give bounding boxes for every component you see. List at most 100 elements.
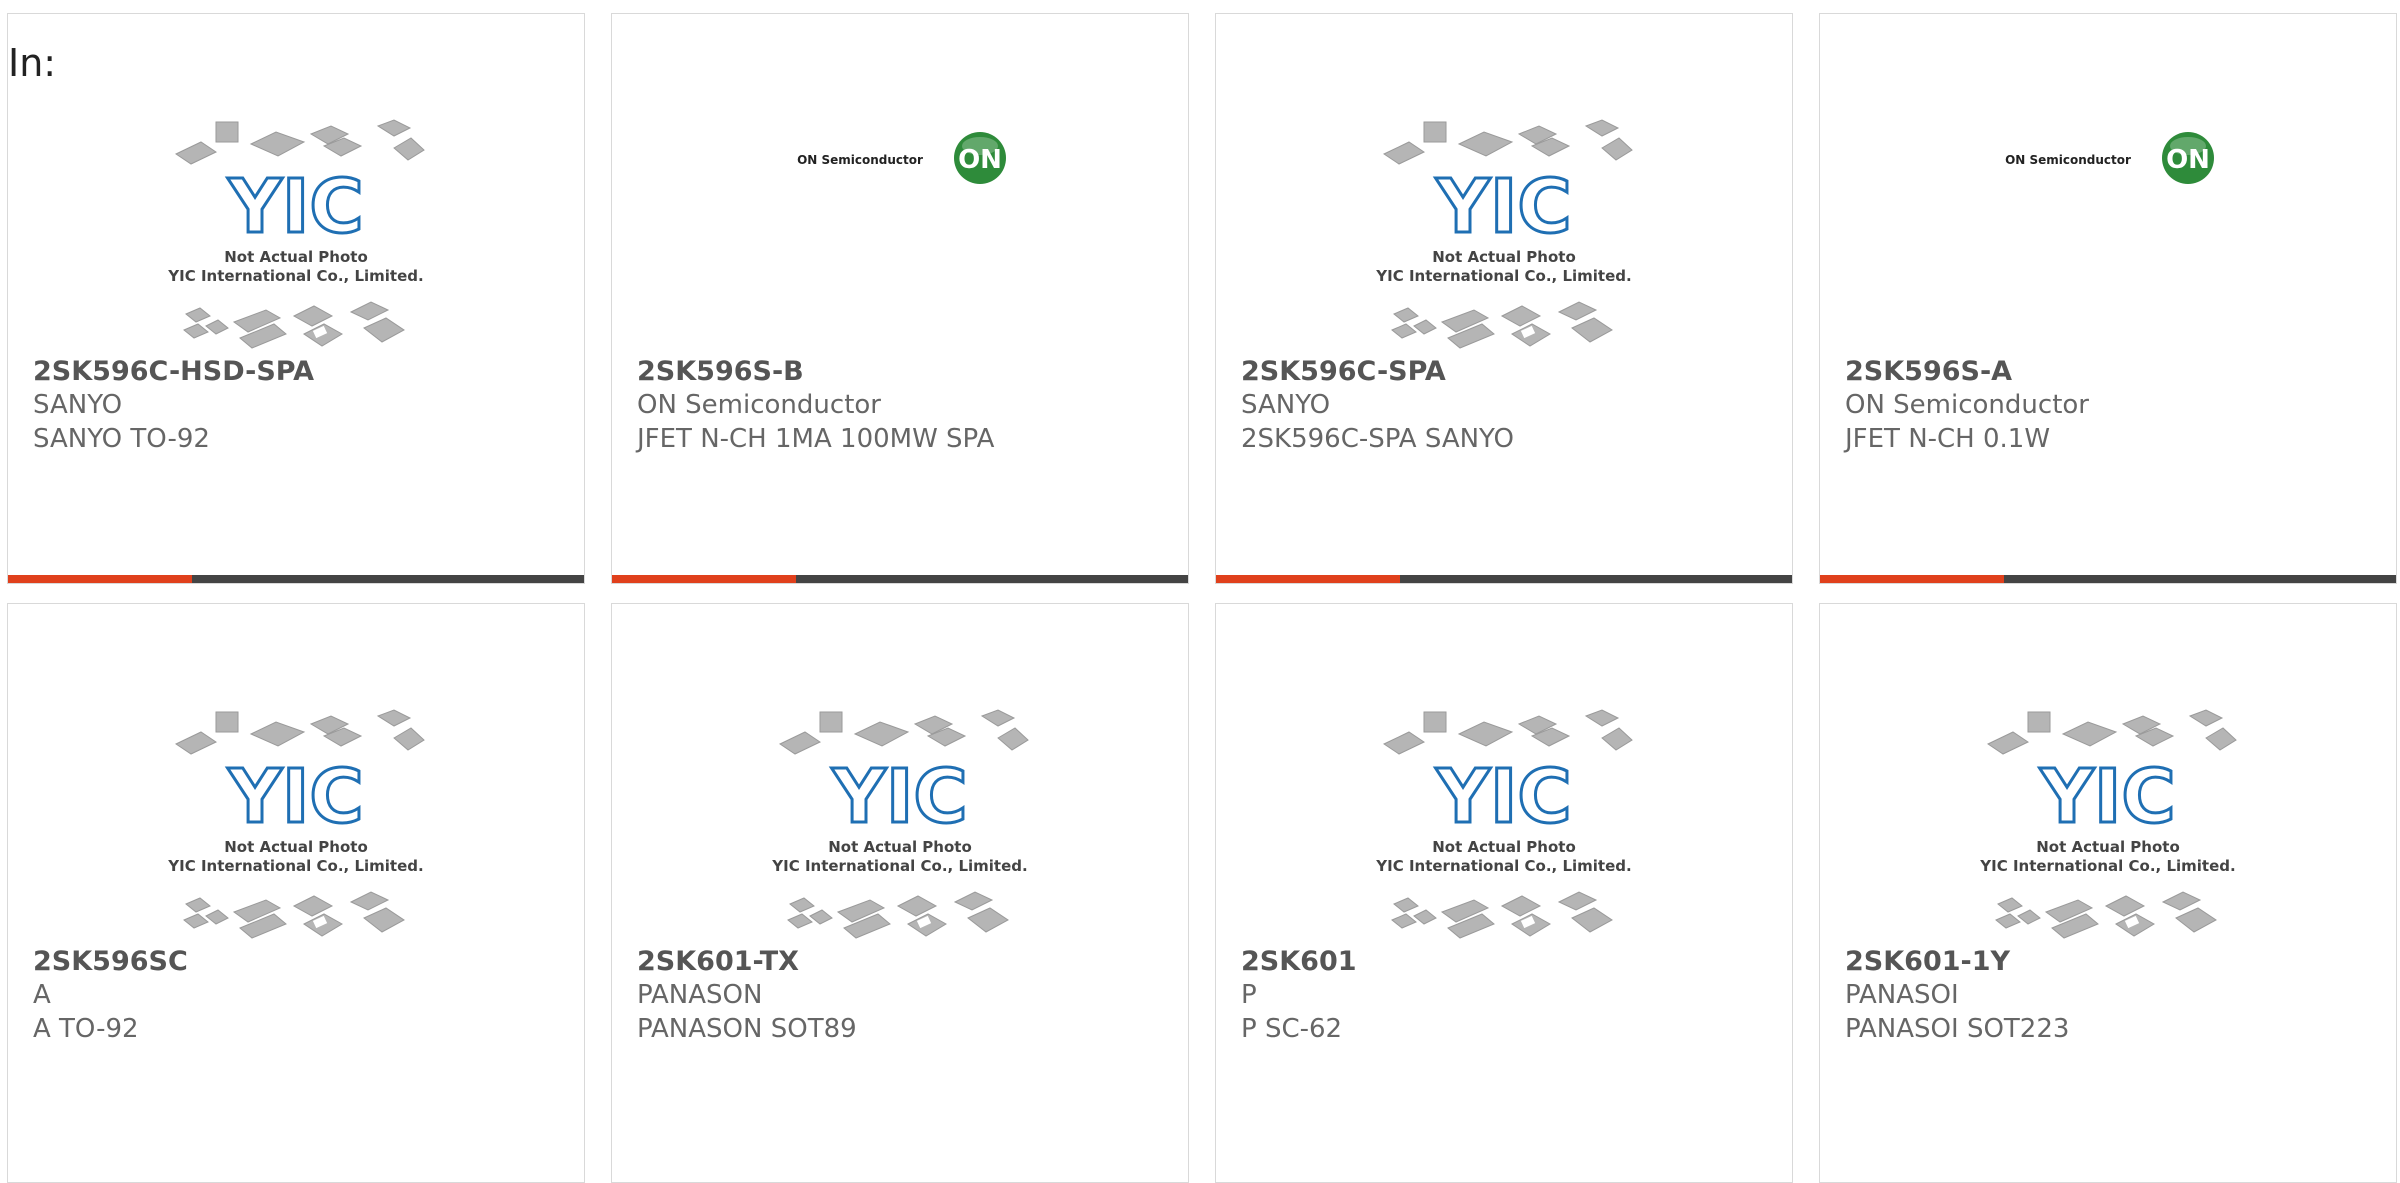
ic-chip-icon bbox=[1413, 909, 1437, 925]
product-image[interactable]: ON Semiconductor ON bbox=[612, 94, 1188, 364]
manufacturer: PANASON bbox=[637, 980, 763, 1010]
ic-chip-icon bbox=[1391, 913, 1417, 929]
on-semiconductor-logo: ON Semiconductor ON bbox=[797, 132, 1006, 184]
ic-chip-icon bbox=[1584, 709, 1620, 727]
product-card[interactable]: YIC Not Actual Photo YIC International Co.… bbox=[611, 603, 1189, 1183]
yic-placeholder-logo: YICNot Actual PhotoYIC International Co.… bbox=[167, 709, 425, 939]
part-number[interactable]: 2SK596C-SPA bbox=[1241, 356, 1446, 387]
ic-chip-icon bbox=[185, 897, 211, 913]
not-actual-photo-label: Not Actual Photo bbox=[828, 838, 972, 856]
product-card[interactable]: YIC Not Actual Photo YIC International Co.… bbox=[7, 603, 585, 1183]
manufacturer: ON Semiconductor bbox=[637, 390, 881, 420]
ic-chip-icon bbox=[1393, 307, 1419, 323]
ic-chip-icon bbox=[185, 307, 211, 323]
ic-chip-icon bbox=[2061, 721, 2118, 747]
description: JFET N-CH 0.1W bbox=[1845, 424, 2051, 454]
ic-chip-icon bbox=[183, 323, 209, 339]
not-actual-photo-label: Not Actual Photo bbox=[1432, 248, 1576, 266]
ic-chip-icon bbox=[363, 907, 405, 933]
part-number[interactable]: 2SK601-1Y bbox=[1845, 946, 2010, 977]
ic-chip-icon bbox=[215, 121, 239, 143]
ic-chip-icon bbox=[1382, 141, 1426, 165]
yic-logo-text: YIC bbox=[227, 754, 363, 840]
manufacturer: PANASOI bbox=[1845, 980, 1959, 1010]
ic-chip-icon bbox=[183, 913, 209, 929]
yic-logo-text: YIC bbox=[227, 164, 363, 250]
ic-chip-icon bbox=[2205, 727, 2237, 751]
not-actual-photo-label: Not Actual Photo bbox=[224, 838, 368, 856]
product-image[interactable]: YIC Not Actual Photo YIC International Co.… bbox=[1820, 694, 2396, 964]
ic-chip-icon bbox=[789, 897, 815, 913]
yic-placeholder-logo: YICNot Actual PhotoYIC International Co.… bbox=[167, 119, 425, 349]
part-number[interactable]: 2SK601-TX bbox=[637, 946, 799, 977]
ic-chip-icon bbox=[363, 317, 405, 343]
not-actual-photo-label: Not Actual Photo bbox=[1432, 838, 1576, 856]
ic-chip-icon bbox=[249, 721, 306, 747]
product-card[interactable]: ON Semiconductor ON 2SK596S-A ON Semicond… bbox=[1819, 13, 2397, 584]
yic-logo-text: YIC bbox=[2039, 754, 2175, 840]
description: PANASOI SOT223 bbox=[1845, 1014, 2070, 1044]
ic-chip-icon bbox=[1571, 317, 1613, 343]
company-label: YIC International Co., Limited. bbox=[1979, 857, 2235, 875]
product-image[interactable]: YIC Not Actual Photo YIC International Co.… bbox=[1216, 694, 1792, 964]
ic-chip-icon bbox=[809, 909, 833, 925]
not-actual-photo-label: Not Actual Photo bbox=[2036, 838, 2180, 856]
ic-chip-icon bbox=[376, 119, 412, 137]
description: PANASON SOT89 bbox=[637, 1014, 857, 1044]
manufacturer: A bbox=[33, 980, 51, 1010]
card-progress-bar bbox=[1216, 575, 1792, 583]
product-image[interactable]: YIC Not Actual Photo YIC International Co.… bbox=[612, 694, 1188, 964]
on-badge-text: ON bbox=[958, 145, 1002, 175]
ic-chip-icon bbox=[1423, 121, 1447, 143]
ic-chip-icon bbox=[292, 305, 334, 327]
on-semiconductor-wordmark: ON Semiconductor bbox=[2005, 153, 2131, 167]
ic-chip-icon bbox=[249, 131, 306, 157]
ic-chip-icon bbox=[174, 731, 218, 755]
product-card[interactable]: YIC Not Actual Photo YIC International Co.… bbox=[1215, 13, 1793, 584]
ic-chip-icon bbox=[215, 711, 239, 733]
description: A TO-92 bbox=[33, 1014, 139, 1044]
ic-chip-icon bbox=[1601, 137, 1633, 161]
ic-chip-icon bbox=[1457, 721, 1514, 747]
product-card[interactable]: YIC Not Actual Photo YIC International Co.… bbox=[7, 13, 585, 584]
ic-chip-icon bbox=[1391, 323, 1417, 339]
part-number[interactable]: 2SK601 bbox=[1241, 946, 1357, 977]
description: SANYO TO-92 bbox=[33, 424, 210, 454]
company-label: YIC International Co., Limited. bbox=[1375, 267, 1631, 285]
ic-chip-icon bbox=[349, 301, 390, 321]
card-progress-bar bbox=[8, 575, 584, 583]
product-card[interactable]: ON Semiconductor ON 2SK596S-B ON Semicond… bbox=[611, 13, 1189, 584]
part-number[interactable]: 2SK596C-HSD-SPA bbox=[33, 356, 314, 387]
product-image[interactable]: YIC Not Actual Photo YIC International Co.… bbox=[1216, 104, 1792, 374]
ic-chip-icon bbox=[1557, 891, 1598, 911]
ic-chip-icon bbox=[2188, 709, 2224, 727]
card-progress-fill bbox=[1216, 575, 1401, 583]
product-image[interactable]: YIC Not Actual Photo YIC International Co.… bbox=[8, 104, 584, 374]
ic-chip-icon bbox=[205, 319, 229, 335]
product-card[interactable]: YIC Not Actual Photo YIC International Co.… bbox=[1819, 603, 2397, 1183]
part-number[interactable]: 2SK596S-A bbox=[1845, 356, 2012, 387]
yic-logo-text: YIC bbox=[1435, 754, 1571, 840]
in-label: In: bbox=[8, 41, 57, 85]
description: 2SK596C-SPA SANYO bbox=[1241, 424, 1514, 454]
ic-chip-icon bbox=[853, 721, 910, 747]
ic-chip-icon bbox=[1584, 119, 1620, 137]
part-number[interactable]: 2SK596SC bbox=[33, 946, 188, 977]
ic-chip-icon bbox=[393, 727, 425, 751]
product-card[interactable]: YIC Not Actual Photo YIC International Co.… bbox=[1215, 603, 1793, 1183]
card-progress-fill bbox=[612, 575, 797, 583]
ic-chip-icon bbox=[376, 709, 412, 727]
ic-chip-icon bbox=[1382, 731, 1426, 755]
product-image[interactable]: YIC Not Actual Photo YIC International Co.… bbox=[8, 694, 584, 964]
company-label: YIC International Co., Limited. bbox=[167, 267, 423, 285]
yic-placeholder-logo: YICNot Actual PhotoYIC International Co.… bbox=[771, 709, 1029, 939]
ic-chip-icon bbox=[1457, 131, 1514, 157]
part-number[interactable]: 2SK596S-B bbox=[637, 356, 804, 387]
ic-chip-icon bbox=[1500, 895, 1542, 917]
product-image[interactable]: ON Semiconductor ON bbox=[1820, 94, 2396, 364]
manufacturer: ON Semiconductor bbox=[1845, 390, 2089, 420]
yic-placeholder-logo: YICNot Actual PhotoYIC International Co.… bbox=[1979, 709, 2237, 939]
on-badge-text: ON bbox=[2166, 145, 2210, 175]
ic-chip-icon bbox=[292, 895, 334, 917]
description: P SC-62 bbox=[1241, 1014, 1343, 1044]
